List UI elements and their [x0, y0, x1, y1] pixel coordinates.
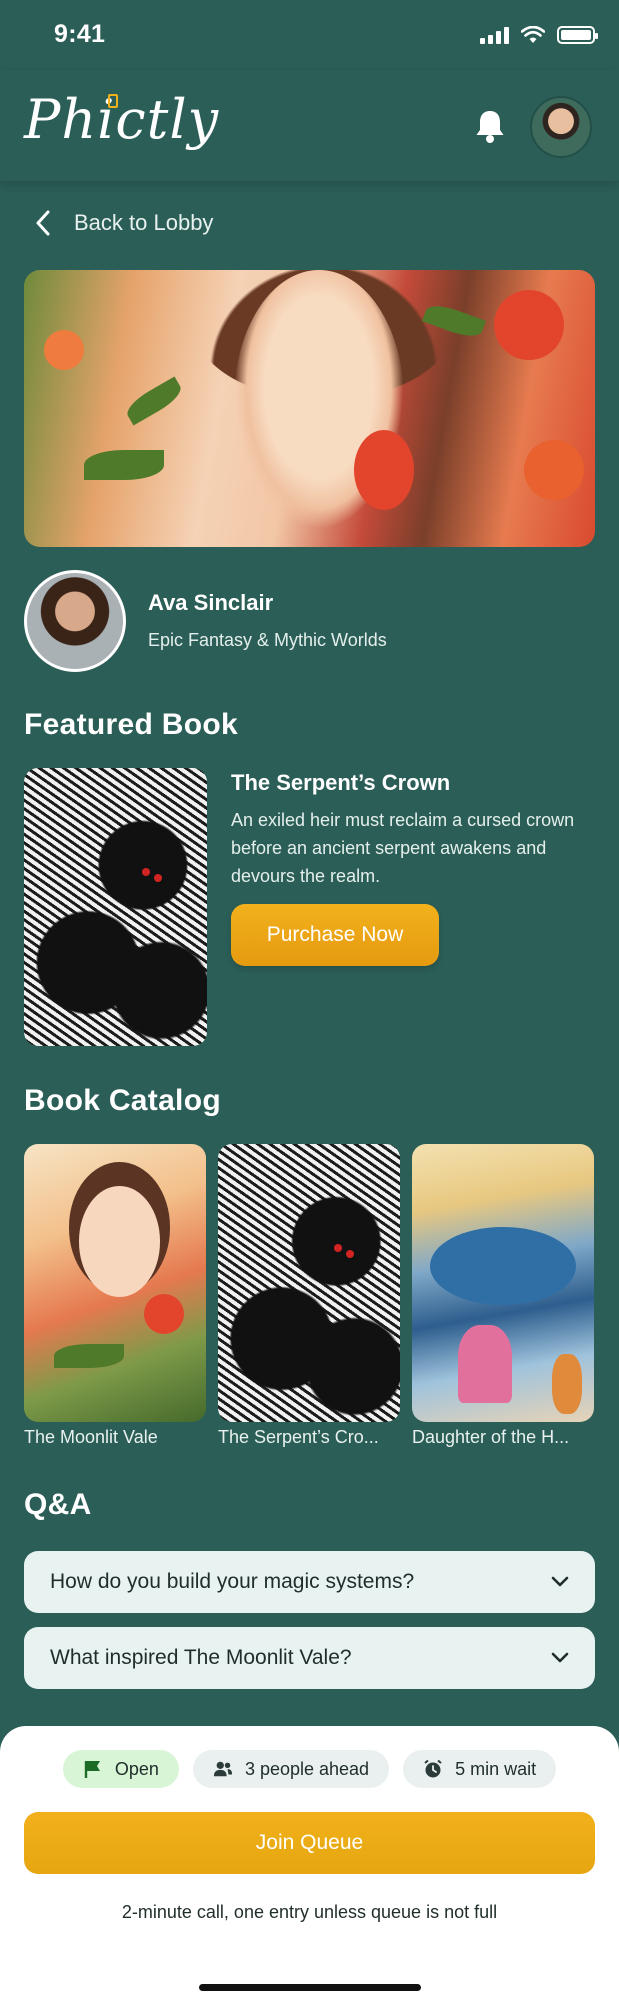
back-label: Back to Lobby [74, 210, 214, 235]
bell-icon[interactable] [474, 108, 506, 144]
alarm-clock-icon [424, 1759, 442, 1778]
wait-time-text: 5 min wait [455, 1758, 537, 1779]
people-icon [213, 1761, 233, 1777]
wifi-icon [521, 26, 545, 43]
app-header: Phictly [0, 70, 619, 182]
featured-book-description: An exiled heir must reclaim a cursed cro… [231, 810, 575, 886]
author-name: Ava Sinclair [148, 590, 274, 615]
signal-icon [480, 26, 509, 44]
qa-question: How do you build your magic systems? [50, 1570, 415, 1593]
battery-icon [557, 26, 598, 44]
qa-heading: Q&A [24, 1488, 92, 1521]
logo-book-mark [108, 94, 118, 108]
chevron-down-icon [551, 1576, 569, 1587]
wait-time-badge: 5 min wait [403, 1750, 557, 1788]
app-logo[interactable]: Phictly [24, 88, 219, 151]
catalog-book-cover[interactable] [218, 1144, 400, 1422]
people-ahead-text: 3 people ahead [244, 1758, 370, 1779]
featured-book-heading: Featured Book [24, 708, 238, 741]
home-indicator [199, 1984, 421, 1991]
queue-status-chips: Open 3 people ahead 5 min wait [0, 1750, 619, 1788]
catalog-book-cover[interactable] [24, 1144, 206, 1422]
queue-note: 2-minute call, one entry unless queue is… [121, 1902, 498, 1922]
author-genre: Epic Fantasy & Mythic Worlds [148, 630, 387, 650]
status-icons [480, 26, 598, 44]
catalog-book-cover[interactable] [412, 1144, 594, 1422]
join-queue-button[interactable]: Join Queue [24, 1812, 595, 1874]
catalog-book-title[interactable]: The Moonlit Vale [24, 1427, 206, 1448]
queue-sheet: Open 3 people ahead 5 min wait Join Queu… [0, 1726, 619, 2000]
status-bar: 9:41 [0, 0, 619, 70]
catalog-book-title[interactable]: Daughter of the H... [412, 1427, 594, 1448]
back-to-lobby-link[interactable]: Back to Lobby [34, 210, 213, 236]
purchase-now-button[interactable]: Purchase Now [231, 904, 439, 966]
qa-accordion-item[interactable]: How do you build your magic systems? [24, 1551, 595, 1613]
people-ahead-badge: 3 people ahead [192, 1750, 390, 1788]
chevron-left-icon [36, 210, 50, 236]
flag-icon [84, 1761, 100, 1778]
featured-book-cover[interactable] [24, 768, 207, 1046]
chevron-down-icon [551, 1652, 569, 1663]
queue-open-badge: Open [62, 1750, 179, 1788]
featured-book-title: The Serpent’s Crown [231, 770, 451, 795]
queue-status-text: Open [114, 1758, 159, 1779]
author-avatar[interactable] [24, 570, 126, 672]
user-avatar[interactable] [530, 96, 592, 158]
catalog-book-title[interactable]: The Serpent’s Cro... [218, 1427, 400, 1448]
qa-question: What inspired The Moonlit Vale? [50, 1646, 352, 1669]
qa-accordion-item[interactable]: What inspired The Moonlit Vale? [24, 1627, 595, 1689]
author-banner-image [24, 270, 595, 547]
book-catalog-heading: Book Catalog [24, 1084, 221, 1117]
status-time: 9:41 [54, 20, 106, 48]
